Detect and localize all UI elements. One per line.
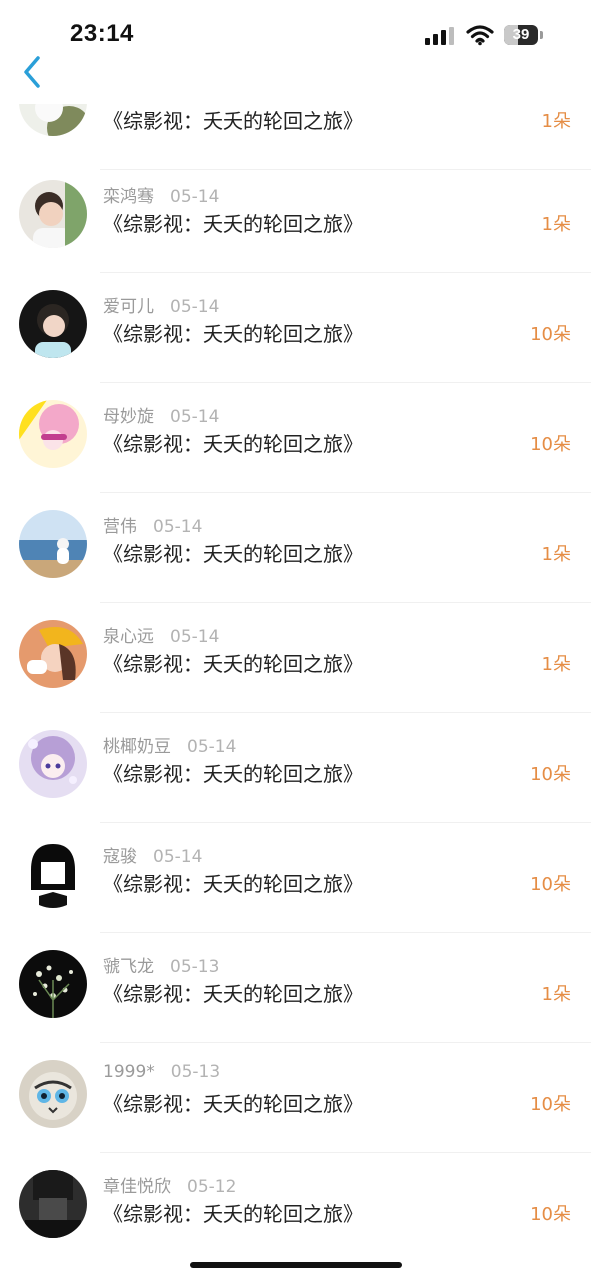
date: 05-14	[153, 517, 203, 537]
user-name: 桃椰奶豆	[103, 737, 171, 757]
status-bar: 23:14 39	[0, 0, 591, 52]
gift-count: 1朵	[541, 654, 571, 675]
user-meta: 母妙旋 05-14	[103, 402, 219, 427]
list-item[interactable]: 泉心远 05-14 《综影视：夭夭的轮回之旅》 1朵	[0, 603, 591, 713]
list-item[interactable]: 母妙旋 05-14 《综影视：夭夭的轮回之旅》 10朵	[0, 383, 591, 493]
book-title: 《综影视：夭夭的轮回之旅》	[103, 212, 363, 236]
user-name: 栾鸿骞	[103, 187, 154, 207]
status-time: 23:14	[70, 20, 134, 47]
gift-count: 10朵	[530, 1204, 571, 1225]
date: 05-14	[153, 847, 203, 867]
date: 05-13	[170, 1062, 221, 1082]
date: 05-12	[187, 1177, 237, 1197]
book-title: 《综影视：夭夭的轮回之旅》	[103, 432, 363, 456]
book-title: 《综影视：夭夭的轮回之旅》	[103, 762, 363, 786]
gift-count: 10朵	[530, 324, 571, 345]
gift-count: 10朵	[530, 434, 571, 455]
list-item[interactable]: 爱可儿 05-14 《综影视：夭夭的轮回之旅》 10朵	[0, 273, 591, 383]
book-title: 《综影视：夭夭的轮回之旅》	[103, 1092, 363, 1116]
battery-cap	[540, 31, 543, 39]
user-meta: 桃椰奶豆 05-14	[103, 732, 236, 757]
list-item[interactable]: 栾鸿骞 05-14 《综影视：夭夭的轮回之旅》 1朵	[0, 163, 591, 273]
user-meta: 章佳悦欣 05-12	[103, 1172, 236, 1197]
gift-count: 1朵	[541, 984, 571, 1005]
list-item[interactable]: 营伟 05-14 《综影视：夭夭的轮回之旅》 1朵	[0, 493, 591, 603]
list-item[interactable]: 1999* 05-13 《综影视：夭夭的轮回之旅》 10朵	[0, 1043, 591, 1153]
back-button[interactable]	[16, 54, 50, 94]
user-name: 寇骏	[103, 847, 137, 867]
user-name: 爱可儿	[103, 297, 154, 317]
gift-count: 10朵	[530, 764, 571, 785]
date: 05-14	[170, 407, 220, 427]
user-name: 1999*	[103, 1062, 155, 1082]
date: 05-14	[170, 627, 220, 647]
battery-icon: 39	[504, 25, 538, 45]
avatar	[19, 730, 87, 798]
avatar	[19, 620, 87, 688]
gift-record-list[interactable]: 《综影视：夭夭的轮回之旅》 1朵 栾鸿骞 05-14 《综影视：夭夭的轮回之旅》 …	[0, 0, 591, 1280]
avatar	[19, 950, 87, 1018]
avatar	[19, 840, 87, 908]
gift-count: 10朵	[530, 874, 571, 895]
list-item[interactable]: 虢飞龙 05-13 《综影视：夭夭的轮回之旅》 1朵	[0, 933, 591, 1043]
gift-count: 1朵	[541, 214, 571, 235]
date: 05-14	[187, 737, 237, 757]
book-title: 《综影视：夭夭的轮回之旅》	[103, 542, 363, 566]
avatar	[19, 1060, 87, 1128]
user-meta: 爱可儿 05-14	[103, 292, 219, 317]
user-meta: 泉心远 05-14	[103, 622, 219, 647]
book-title: 《综影视：夭夭的轮回之旅》	[103, 872, 363, 896]
gift-count: 1朵	[541, 111, 571, 132]
book-title: 《综影视：夭夭的轮回之旅》	[103, 322, 363, 346]
book-title: 《综影视：夭夭的轮回之旅》	[103, 109, 363, 133]
date: 05-14	[170, 297, 220, 317]
user-meta: 1999* 05-13	[103, 1062, 220, 1082]
avatar	[19, 180, 87, 248]
chevron-left-icon	[24, 56, 40, 88]
user-name: 泉心远	[103, 627, 154, 647]
wifi-icon	[466, 25, 494, 46]
user-meta: 栾鸿骞 05-14	[103, 182, 219, 207]
gift-count: 1朵	[541, 544, 571, 565]
signal-icon	[425, 27, 454, 45]
user-name: 章佳悦欣	[103, 1177, 171, 1197]
list-item[interactable]: 章佳悦欣 05-12 《综影视：夭夭的轮回之旅》 10朵	[0, 1153, 591, 1263]
user-meta: 寇骏 05-14	[103, 842, 202, 867]
list-item[interactable]: 桃椰奶豆 05-14 《综影视：夭夭的轮回之旅》 10朵	[0, 713, 591, 823]
gift-count: 10朵	[530, 1094, 571, 1115]
user-name: 营伟	[103, 517, 137, 537]
avatar	[19, 1170, 87, 1238]
book-title: 《综影视：夭夭的轮回之旅》	[103, 982, 363, 1006]
user-meta: 营伟 05-14	[103, 512, 202, 537]
avatar	[19, 400, 87, 468]
date: 05-14	[170, 187, 220, 207]
avatar	[19, 290, 87, 358]
user-name: 母妙旋	[103, 407, 154, 427]
user-meta: 虢飞龙 05-13	[103, 952, 219, 977]
home-indicator[interactable]	[190, 1262, 402, 1268]
list-item[interactable]: 寇骏 05-14 《综影视：夭夭的轮回之旅》 10朵	[0, 823, 591, 933]
avatar	[19, 510, 87, 578]
battery-percent: 39	[512, 26, 530, 43]
user-name: 虢飞龙	[103, 957, 154, 977]
book-title: 《综影视：夭夭的轮回之旅》	[103, 1202, 363, 1226]
date: 05-13	[170, 957, 220, 977]
book-title: 《综影视：夭夭的轮回之旅》	[103, 652, 363, 676]
